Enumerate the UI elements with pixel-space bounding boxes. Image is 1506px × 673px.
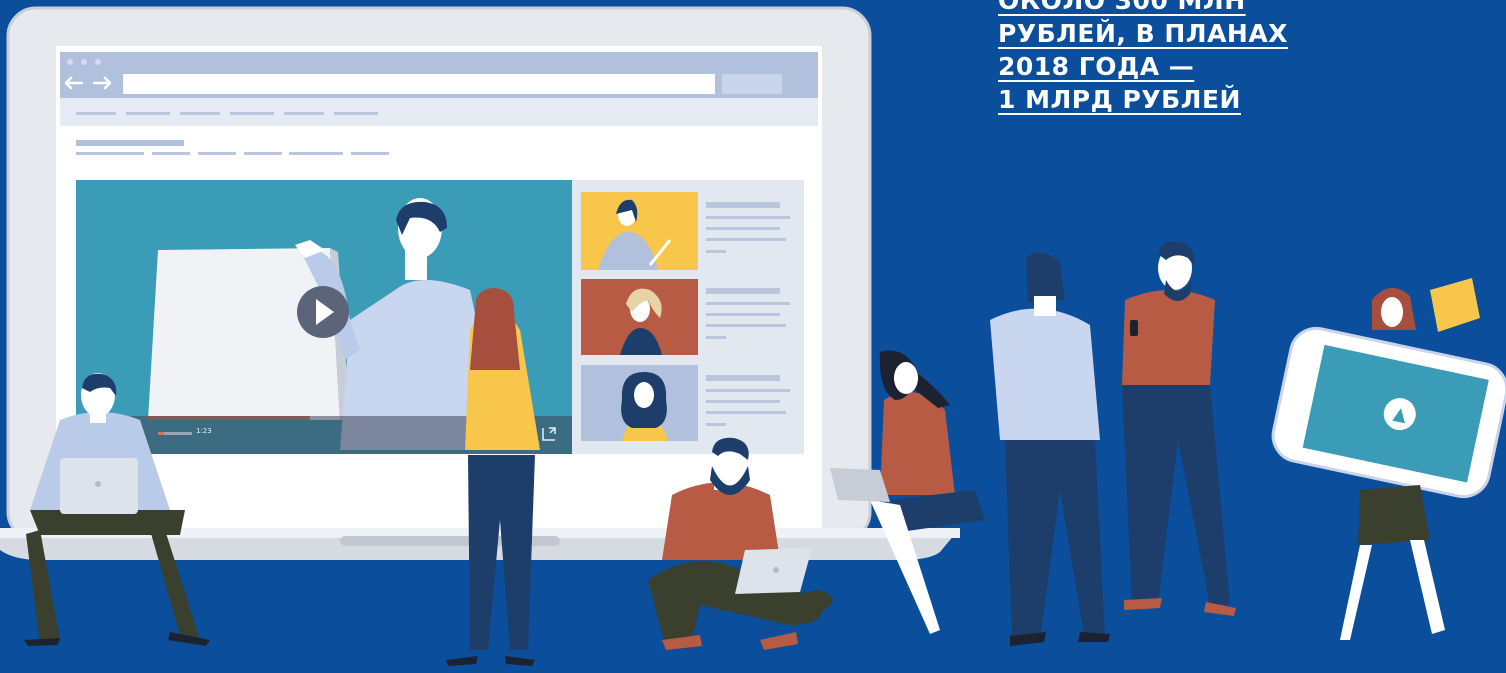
video-thumbnail[interactable] [581,279,698,355]
related-videos [572,180,804,454]
headline: ОКОЛО 300 МЛН РУБЛЕЙ, В ПЛАНАХ 2018 ГОДА… [998,0,1358,116]
video-thumbnail[interactable] [581,365,698,441]
phone-carrier [1271,278,1506,640]
video-thumbnail[interactable] [581,192,698,270]
play-icon[interactable] [297,286,349,338]
nav-bar [60,98,818,126]
person-standing-man [990,252,1110,646]
headline-line: ОКОЛО 300 МЛН [998,0,1246,15]
video-time: 1:23 [196,427,212,435]
address-bar[interactable] [123,74,715,94]
headline-line: РУБЛЕЙ, В ПЛАНАХ [998,19,1288,48]
go-button[interactable] [722,74,782,94]
headline-line: 2018 ГОДА — [998,52,1195,81]
person-man-phone [1122,241,1236,616]
headline-line: 1 МЛРД РУБЛЕЙ [998,85,1241,114]
progress-fill [158,432,165,435]
